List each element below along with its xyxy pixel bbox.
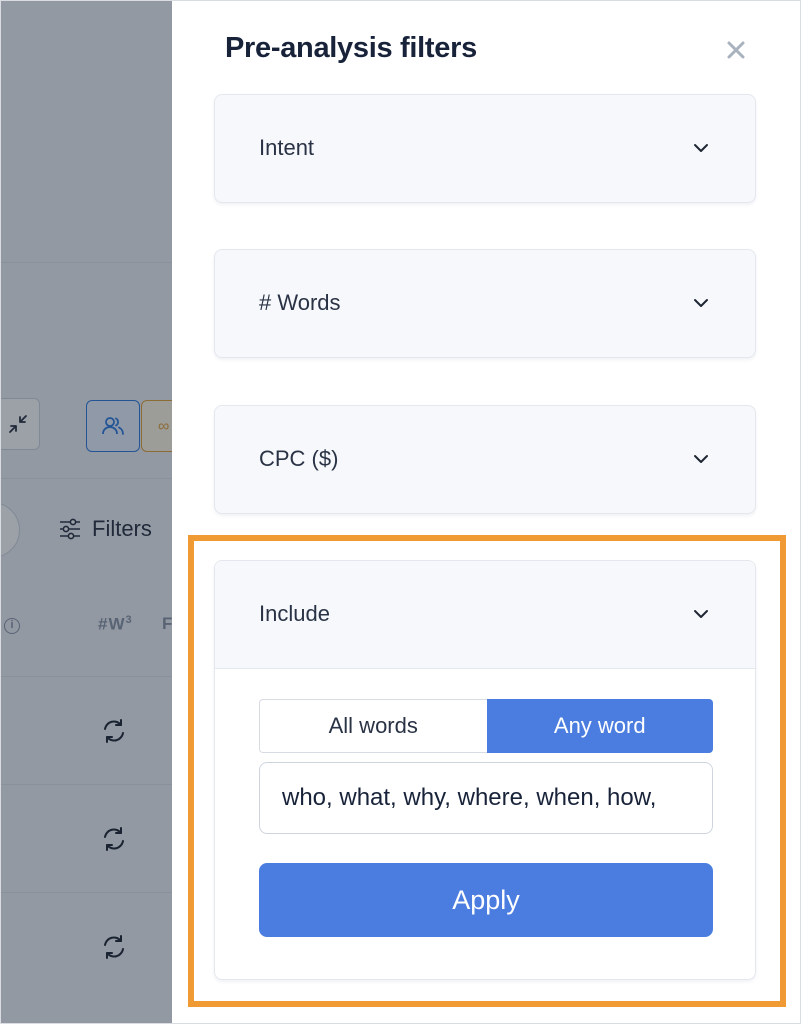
filter-section-include: Include All words Any word Apply (214, 560, 756, 980)
modal-backdrop[interactable] (0, 0, 172, 1024)
words-label: # Words (259, 290, 341, 315)
any-word-option[interactable]: Any word (486, 699, 713, 753)
all-words-option[interactable]: All words (259, 699, 487, 753)
pre-analysis-filters-drawer: Pre-analysis filters Intent # Words CPC … (172, 0, 801, 1024)
apply-button[interactable]: Apply (259, 863, 713, 937)
intent-accordion-header[interactable]: Intent (215, 95, 755, 202)
include-label: Include (259, 601, 330, 626)
cpc-label: CPC ($) (259, 446, 339, 471)
filter-section-intent: Intent (214, 94, 756, 203)
drawer-title: Pre-analysis filters (225, 32, 477, 64)
chevron-down-icon (694, 610, 708, 618)
intent-label: Intent (259, 135, 315, 160)
cpc-accordion-header[interactable]: CPC ($) (215, 406, 755, 513)
chevron-down-icon (694, 144, 708, 152)
match-mode-toggle: All words Any word (259, 699, 713, 753)
filter-section-cpc: CPC ($) (214, 405, 756, 514)
words-accordion-header[interactable]: # Words (215, 250, 755, 357)
close-icon[interactable] (724, 38, 748, 62)
chevron-down-icon (694, 455, 708, 463)
include-accordion-header[interactable]: Include (215, 561, 755, 669)
filter-section-words: # Words (214, 249, 756, 358)
chevron-down-icon (694, 299, 708, 307)
include-words-input[interactable] (259, 762, 713, 834)
